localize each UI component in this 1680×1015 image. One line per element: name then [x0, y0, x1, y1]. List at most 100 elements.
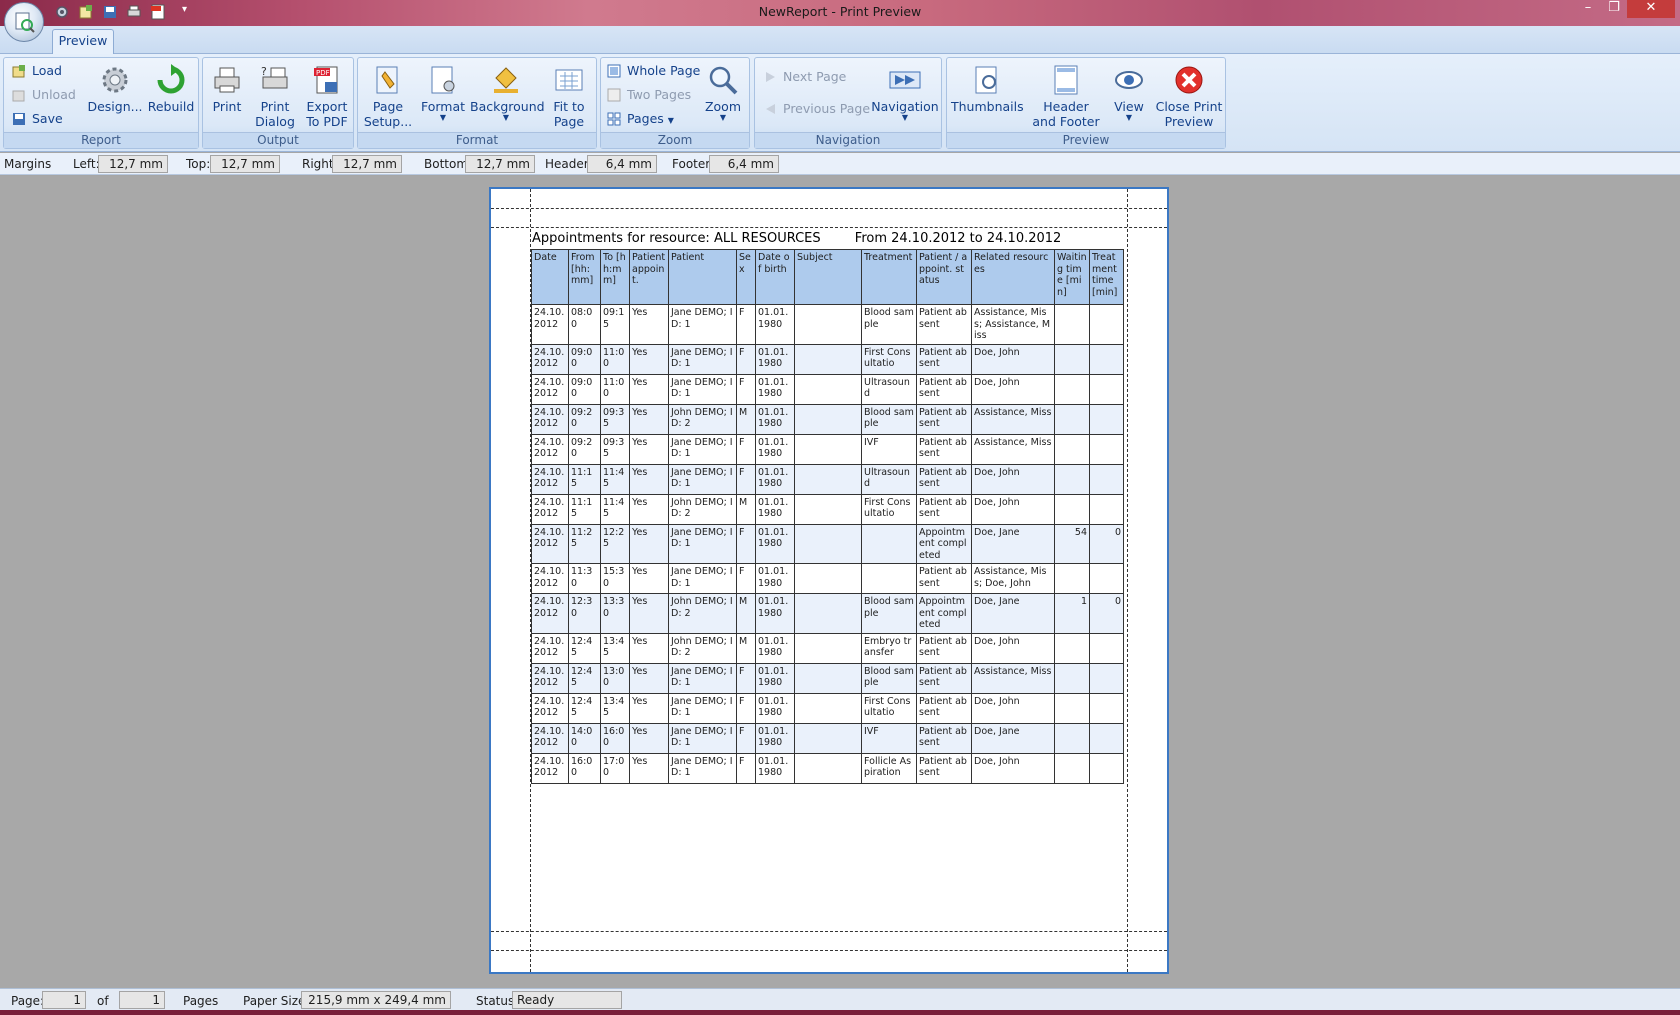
group-preview: Thumbnails Header and Footer View ▼ Close … — [946, 57, 1226, 149]
next-page-button[interactable]: Next Page — [761, 68, 846, 86]
print-dialog-button[interactable]: ? Print Dialog — [251, 64, 299, 129]
qat-gear-icon[interactable] — [54, 4, 72, 22]
top-margin-field[interactable]: 12,7 mm — [210, 155, 280, 173]
table-cell: Jane DEMO; ID: 1 — [668, 563, 737, 594]
table-cell: John DEMO; ID: 2 — [668, 593, 737, 634]
column-header: Sex — [736, 249, 756, 305]
table-cell: 24.10.2012 — [531, 373, 569, 405]
qat-customize-icon[interactable]: ▾ — [182, 4, 200, 22]
orb-icon[interactable] — [4, 2, 44, 42]
table-cell: Patient absent — [916, 343, 972, 375]
table-cell: Assistance, Miss — [971, 662, 1055, 694]
export-pdf-button[interactable]: PDF Export To PDF — [301, 64, 353, 129]
table-cell — [1054, 752, 1090, 784]
fit-to-page-button[interactable]: Fit to Page — [544, 64, 594, 129]
qat-load-icon[interactable] — [78, 4, 96, 22]
table-cell — [794, 403, 862, 435]
navigation-button[interactable]: Navigation ▼ — [871, 64, 939, 122]
table-cell: 08:00 — [568, 304, 601, 345]
status-bar: Page: 1 of 1 Pages Paper Size: 215,9 mm … — [0, 988, 1680, 1010]
header-margin-field[interactable]: 6,4 mm — [587, 155, 657, 173]
column-header: Treatment — [861, 249, 917, 305]
chevron-down-icon: ▼ — [719, 113, 727, 122]
save-button[interactable]: Save — [10, 110, 63, 128]
table-cell: 09:35 — [600, 433, 630, 465]
header-footer-button[interactable]: Header and Footer — [1027, 64, 1105, 129]
table-cell — [1054, 433, 1090, 465]
unload-button[interactable]: Unload — [10, 86, 76, 104]
table-cell: Blood sample — [861, 403, 917, 435]
table-cell: F — [736, 523, 756, 564]
table-cell: Yes — [629, 563, 669, 594]
previous-page-button[interactable]: Previous Page — [761, 100, 870, 118]
minimize-button[interactable]: – — [1575, 0, 1601, 18]
footer-margin-field[interactable]: 6,4 mm — [709, 155, 779, 173]
column-header: Treatment time [min] — [1089, 249, 1124, 305]
table-cell: Yes — [629, 692, 669, 724]
table-cell: 01.01.1980 — [755, 752, 795, 784]
zoom-button[interactable]: Zoom ▼ — [699, 64, 747, 122]
table-cell: 24.10.2012 — [531, 662, 569, 694]
table-row: 24.10.2012 11:25 12:25 Yes Jane DEMO; ID: 1F… — [531, 523, 1124, 564]
right-margin-field[interactable]: 12,7 mm — [332, 155, 402, 173]
table-cell: 01.01.1980 — [755, 493, 795, 525]
table-cell: Doe, John — [971, 692, 1055, 724]
table-cell — [861, 563, 917, 594]
table-row: 24.10.2012 14:00 16:00 Yes Jane DEMO; ID: 1F… — [531, 722, 1124, 754]
qat-save-icon[interactable] — [102, 4, 120, 22]
table-cell — [794, 523, 862, 564]
whole-page-button[interactable]: Whole Page — [605, 62, 700, 80]
rebuild-button[interactable]: Rebuild — [146, 64, 196, 114]
format-icon — [431, 66, 455, 94]
view-button[interactable]: View ▼ — [1107, 64, 1151, 122]
table-row: 24.10.2012 09:00 11:00 Yes Jane DEMO; ID: 1F… — [531, 373, 1124, 405]
table-cell: M — [736, 493, 756, 525]
maximize-button[interactable]: ❐ — [1601, 0, 1627, 18]
page-number-field[interactable]: 1 — [42, 991, 86, 1009]
page-label: Page: — [11, 994, 45, 1008]
column-header: Related resources — [971, 249, 1055, 305]
table-cell: Yes — [629, 403, 669, 435]
tab-preview[interactable]: Preview — [52, 29, 114, 54]
qat-print-icon[interactable] — [126, 4, 144, 22]
table-cell: Patient absent — [916, 563, 972, 594]
table-cell: 24.10.2012 — [531, 563, 569, 594]
group-report: Load Unload Save Design... Rebuild Repor… — [3, 57, 199, 149]
table-cell — [794, 373, 862, 405]
design-button[interactable]: Design... — [84, 64, 146, 114]
thumbnails-button[interactable]: Thumbnails — [951, 64, 1024, 114]
table-cell: Ultrasound — [861, 373, 917, 405]
table-row: 24.10.2012 12:30 13:30 Yes John DEMO; ID: 2M… — [531, 593, 1124, 634]
table-cell: F — [736, 563, 756, 594]
close-print-preview-button[interactable]: Close Print Preview — [1153, 64, 1225, 129]
column-header: Date — [531, 249, 569, 305]
table-cell: Patient absent — [916, 752, 972, 784]
table-cell: Jane DEMO; ID: 1 — [668, 343, 737, 375]
table-cell: F — [736, 373, 756, 405]
format-button[interactable]: Format ▼ — [418, 64, 468, 122]
table-cell: Blood sample — [861, 593, 917, 634]
header-guide — [491, 208, 1167, 209]
page-setup-button[interactable]: Page Setup... — [360, 64, 416, 129]
qat-pdf-icon[interactable] — [150, 4, 168, 22]
column-header: Waiting time [min] — [1054, 249, 1090, 305]
gear-icon — [102, 67, 128, 93]
load-button[interactable]: Load — [10, 62, 62, 80]
pages-button[interactable]: Pages ▼ — [605, 110, 674, 128]
table-cell: Patient absent — [916, 373, 972, 405]
table-cell: Doe, Jane — [971, 523, 1055, 564]
table-cell — [1089, 752, 1124, 784]
close-window-button[interactable]: ✕ — [1627, 0, 1675, 18]
background-button[interactable]: Background ▼ — [470, 64, 545, 122]
two-pages-button[interactable]: Two Pages — [605, 86, 691, 104]
table-cell — [1054, 343, 1090, 375]
paint-bucket-icon — [494, 67, 518, 93]
preview-area[interactable]: Appointments for resource: ALL RESOURCES… — [0, 176, 1680, 988]
table-cell: F — [736, 752, 756, 784]
print-button[interactable]: Print — [205, 64, 249, 114]
table-cell: Yes — [629, 373, 669, 405]
table-cell: Yes — [629, 632, 669, 664]
left-margin-field[interactable]: 12,7 mm — [98, 155, 168, 173]
table-cell: Ultrasound — [861, 463, 917, 495]
bottom-margin-field[interactable]: 12,7 mm — [465, 155, 535, 173]
